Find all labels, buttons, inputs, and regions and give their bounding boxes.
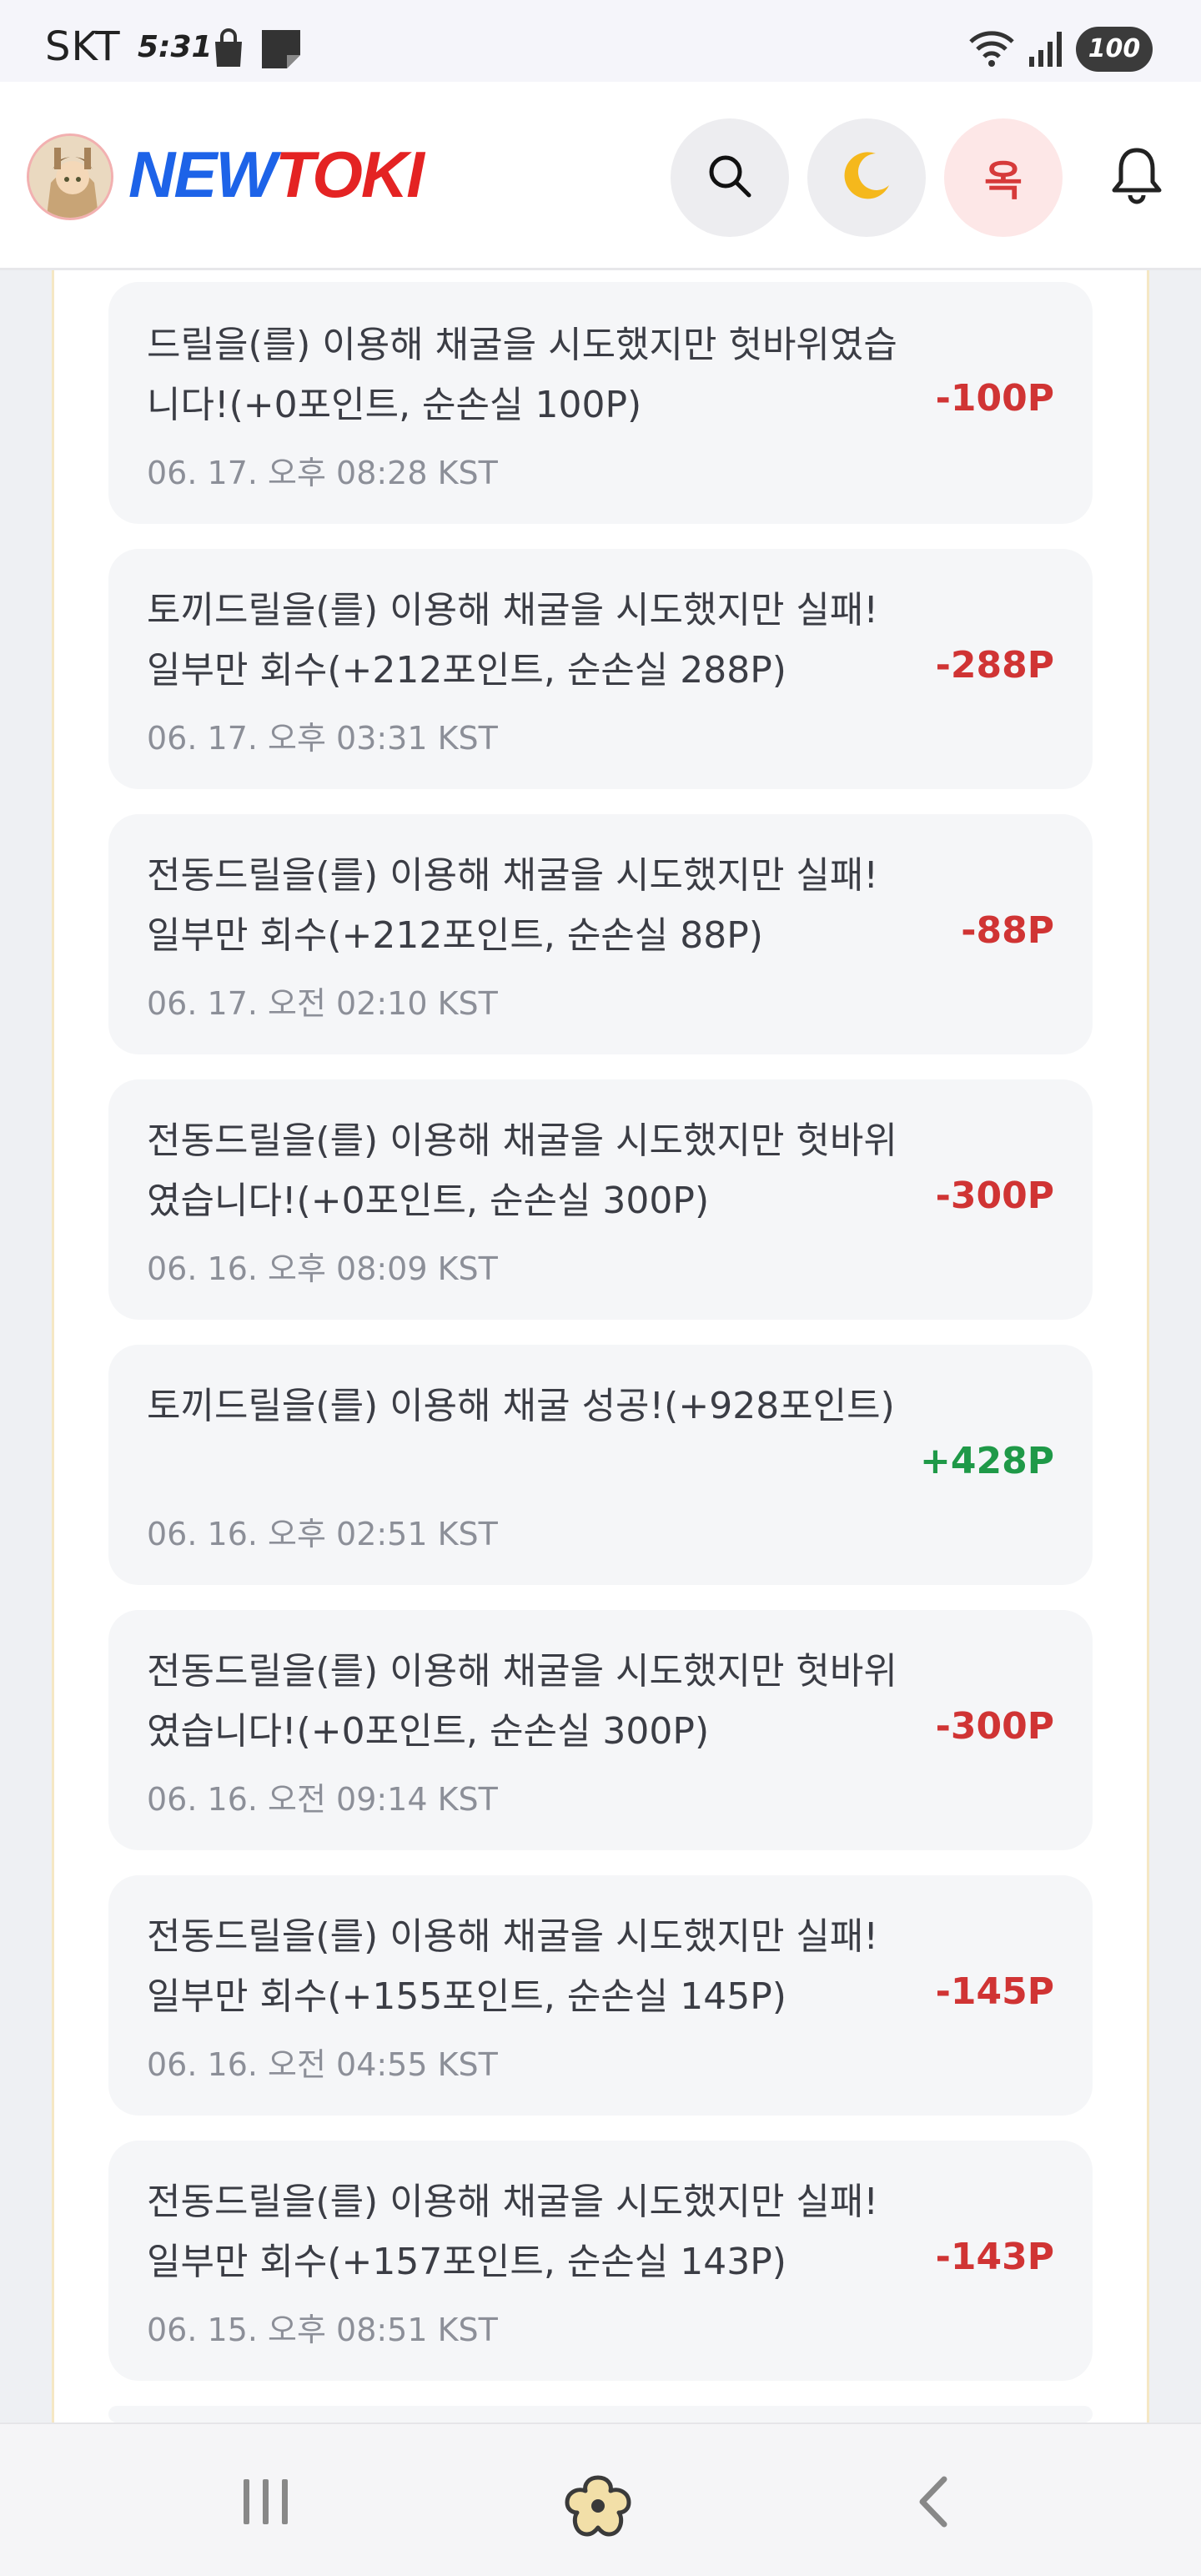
history-amount: -288P bbox=[935, 644, 1054, 687]
history-amount: +428P bbox=[920, 1440, 1054, 1482]
history-item[interactable]: 전동드릴을(를) 이용해 채굴을 시도했지만 실패! 일부만 회수(+157포인… bbox=[108, 2141, 1093, 2381]
carrier-label: SKT bbox=[45, 23, 121, 70]
history-item[interactable]: 전동드릴을(를) 이용해 채굴을 시도했지만 헛바위였습니다!(+0포인트, 순… bbox=[108, 1079, 1093, 1320]
bell-icon[interactable] bbox=[1109, 145, 1164, 209]
profile-label: 옥 bbox=[984, 157, 1023, 205]
history-date: 06. 16. 오후 08:09 KST bbox=[147, 1250, 498, 1287]
note-icon bbox=[260, 28, 302, 73]
history-amount: -143P bbox=[935, 2236, 1054, 2278]
history-description: 전동드릴을(를) 이용해 채굴을 시도했지만 실패! 일부만 회수(+155포인… bbox=[147, 1915, 879, 2018]
logo-text-new: NEW bbox=[128, 138, 277, 211]
history-item[interactable]: 토끼드릴을(를) 이용해 채굴 성공!(+928포인트) 06. 16. 오후 … bbox=[108, 1345, 1093, 1585]
history-description: 전동드릴을(를) 이용해 채굴을 시도했지만 실패! 일부만 회수(+157포인… bbox=[147, 2181, 879, 2283]
signal-icon bbox=[1028, 28, 1064, 72]
history-description: 전동드릴을(를) 이용해 채굴을 시도했지만 헛바위였습니다!(+0포인트, 순… bbox=[147, 1650, 897, 1753]
history-item[interactable]: 토끼드릴을(를) 이용해 채굴을 시도했지만 실패! 일부만 회수(+212포인… bbox=[108, 549, 1093, 789]
history-item[interactable]: 전동드릴을(를) 이용해 채굴을 시도했지만 헛바위였습니다!(+0포인트, 순… bbox=[108, 1610, 1093, 1850]
history-date: 06. 17. 오후 03:31 KST bbox=[147, 720, 498, 757]
search-icon bbox=[706, 153, 753, 203]
history-item[interactable]: 전동드릴을(를) 이용해 채굴을 시도했지만 실패! 일부만 회수(+212포인… bbox=[108, 814, 1093, 1054]
home-icon[interactable] bbox=[562, 2473, 634, 2543]
shopping-bag-icon bbox=[210, 28, 247, 72]
history-item[interactable]: 전동드릴을(를) 이용해 채굴을 시도했지만 실패! 일부만 회수(+155포인… bbox=[108, 1875, 1093, 2116]
history-description: 토끼드릴을(를) 이용해 채굴을 시도했지만 실패! 일부만 회수(+212포인… bbox=[147, 589, 879, 692]
history-description: 드릴을(를) 이용해 채굴을 시도했지만 헛바위였습니다!(+0포인트, 순손실… bbox=[147, 324, 897, 426]
back-icon[interactable] bbox=[912, 2473, 954, 2534]
status-bar: SKT 5:31 100 bbox=[0, 0, 1201, 82]
app-header: NEWTOKI 옥 bbox=[0, 82, 1201, 270]
profile-button[interactable]: 옥 bbox=[944, 118, 1063, 237]
history-date: 06. 16. 오전 04:55 KST bbox=[147, 2046, 498, 2083]
battery-indicator: 100 bbox=[1076, 27, 1153, 72]
history-description: 토끼드릴을(를) 이용해 채굴 성공!(+928포인트) bbox=[147, 1385, 895, 1427]
history-amount: -300P bbox=[935, 1705, 1054, 1748]
history-description: 전동드릴을(를) 이용해 채굴을 시도했지만 실패! 일부만 회수(+212포인… bbox=[147, 854, 879, 957]
recent-apps-icon[interactable] bbox=[237, 2473, 295, 2534]
history-date: 06. 15. 오후 08:51 KST bbox=[147, 2312, 498, 2348]
clock: 5:31 bbox=[138, 30, 213, 64]
site-logo[interactable]: NEWTOKI bbox=[128, 137, 425, 213]
logo-text-toki: TOKI bbox=[274, 138, 425, 211]
search-button[interactable] bbox=[671, 118, 789, 237]
history-amount: -88P bbox=[961, 909, 1054, 952]
history-date: 06. 17. 오후 08:28 KST bbox=[147, 455, 498, 491]
avatar[interactable] bbox=[27, 133, 113, 220]
history-item[interactable]: 드릴을(를) 이용해 채굴을 시도했지만 헛바위였습니다!(+0포인트, 순손실… bbox=[108, 282, 1093, 524]
history-item-partial bbox=[108, 2406, 1093, 2423]
history-description: 전동드릴을(를) 이용해 채굴을 시도했지만 헛바위였습니다!(+0포인트, 순… bbox=[147, 1119, 897, 1222]
history-date: 06. 16. 오전 09:14 KST bbox=[147, 1781, 498, 1818]
dark-mode-button[interactable] bbox=[807, 118, 926, 237]
history-amount: -145P bbox=[935, 1970, 1054, 2013]
history-amount: -100P bbox=[935, 377, 1054, 420]
history-date: 06. 16. 오후 02:51 KST bbox=[147, 1516, 498, 1552]
moon-icon bbox=[839, 148, 894, 207]
history-date: 06. 17. 오전 02:10 KST bbox=[147, 985, 498, 1022]
wifi-icon bbox=[967, 28, 1016, 72]
history-amount: -300P bbox=[935, 1175, 1054, 1217]
system-nav-bar bbox=[0, 2423, 1201, 2576]
